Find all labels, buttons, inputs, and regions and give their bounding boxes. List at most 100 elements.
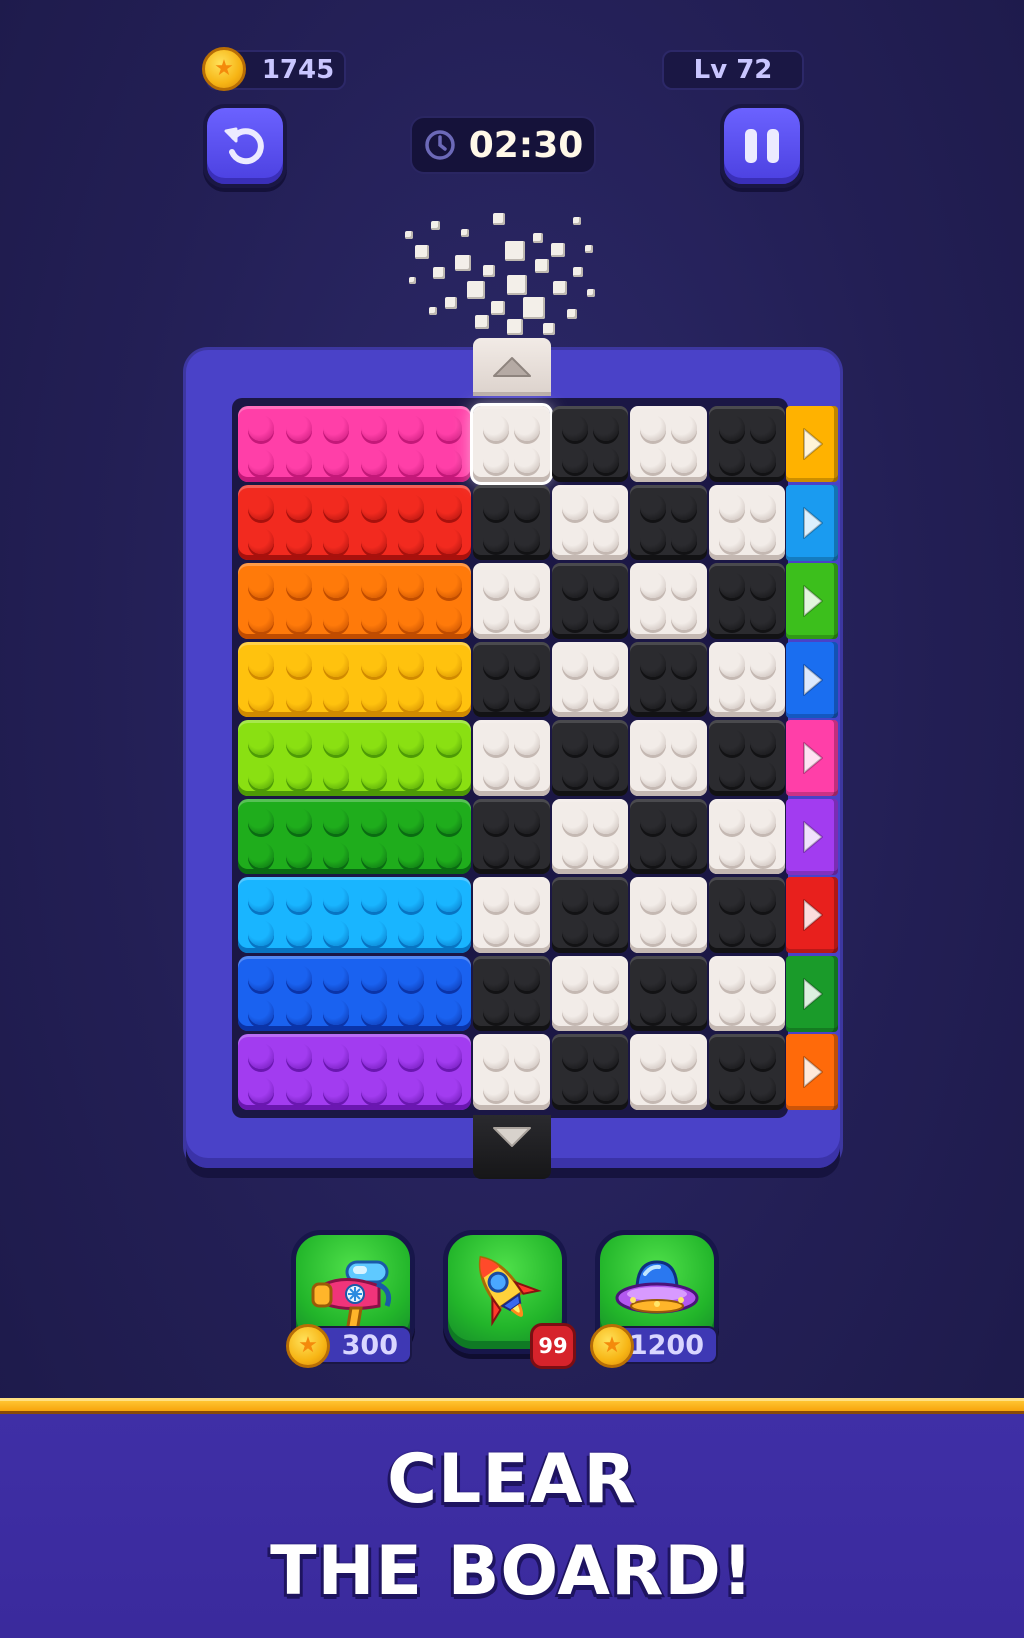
brick-stud [248,449,274,475]
black-brick[interactable] [473,484,550,560]
brick-stud [360,415,387,441]
white-brick[interactable] [551,955,628,1031]
long-brick[interactable] [238,406,471,482]
white-brick[interactable] [630,877,707,953]
black-brick[interactable] [551,563,628,639]
white-brick[interactable] [630,720,707,796]
white-brick[interactable] [470,403,553,485]
black-brick[interactable] [473,641,550,717]
brick-stud [749,493,776,520]
brick-stud [671,839,697,866]
black-brick[interactable] [630,484,707,560]
brick-stud [749,729,776,755]
black-brick[interactable] [630,641,707,717]
long-brick[interactable] [238,641,471,717]
brick-stud [323,1043,349,1069]
long-brick[interactable] [238,563,471,639]
brick-stud [360,449,387,475]
white-brick[interactable] [708,798,785,874]
black-brick[interactable] [630,955,707,1031]
black-brick[interactable] [551,877,628,953]
white-brick[interactable] [473,720,550,796]
long-brick[interactable] [238,1034,471,1110]
brick-stud [435,449,462,475]
long-brick[interactable] [238,798,471,874]
black-brick[interactable] [708,406,785,482]
white-brick[interactable] [630,563,707,639]
brick-stud [398,606,424,632]
brick-stud [514,650,540,677]
brick-stud [718,918,745,944]
right-arrow-icon [803,428,823,460]
black-brick[interactable] [708,720,785,796]
brick-stud [323,886,349,912]
brick-stud [248,729,274,755]
black-brick[interactable] [551,720,628,796]
brick-stud [749,761,776,787]
brick-stud [671,572,697,598]
brick-stud [749,447,776,473]
brick-stud [718,447,745,473]
brick-stud [718,729,745,755]
brick-stud [514,996,540,1023]
long-brick[interactable] [238,484,471,560]
brick-stud [561,807,588,834]
brick-stud [360,1043,387,1069]
brick-stud [323,449,349,475]
white-brick[interactable] [630,406,707,482]
brick-stud [640,604,666,630]
brick-stud [398,684,424,711]
white-brick[interactable] [473,877,550,953]
brick-stud [435,729,462,755]
black-brick[interactable] [551,406,628,482]
brick-stud [435,886,462,912]
undo-button[interactable] [203,104,287,188]
brick-stud [483,996,509,1023]
black-brick[interactable] [551,1034,628,1110]
brick-stud [398,807,424,834]
brick-stud [285,650,312,677]
long-brick[interactable] [238,955,471,1031]
brick-stud [749,415,776,441]
brick-stud [561,964,588,991]
brick-stud [398,964,424,991]
brick-stud [718,964,745,991]
brick-stud [749,918,776,944]
white-brick[interactable] [630,1034,707,1110]
brick-stud [749,525,776,552]
black-brick[interactable] [708,563,785,639]
brick-stud [398,449,424,475]
brick-stud [749,839,776,866]
white-brick[interactable] [551,484,628,560]
white-brick[interactable] [708,641,785,717]
brick-stud [248,1043,274,1069]
right-arrow-icon [803,585,823,617]
white-brick[interactable] [551,641,628,717]
white-brick[interactable] [708,955,785,1031]
white-brick[interactable] [473,563,550,639]
brick-stud [323,572,349,598]
break-particles [395,205,635,345]
white-brick[interactable] [708,484,785,560]
banner-headline-line1: CLEAR [387,1440,637,1519]
black-brick[interactable] [473,798,550,874]
brick-stud [483,682,509,709]
brick-stud [671,761,697,787]
black-brick[interactable] [708,877,785,953]
black-brick[interactable] [630,798,707,874]
banner-stripe [0,1398,1024,1414]
long-brick[interactable] [238,877,471,953]
black-brick[interactable] [708,1034,785,1110]
brick-stud [285,807,312,834]
brick-stud [360,964,387,991]
black-brick[interactable] [473,955,550,1031]
long-brick[interactable] [238,720,471,796]
white-brick[interactable] [473,1034,550,1110]
level-indicator: Lv 72 [662,50,804,90]
brick-stud [514,1043,540,1069]
pause-button[interactable] [720,104,804,188]
level-label: Lv 72 [693,55,773,85]
brick-stud [248,493,274,520]
white-brick[interactable] [551,798,628,874]
brick-stud [718,1075,745,1101]
